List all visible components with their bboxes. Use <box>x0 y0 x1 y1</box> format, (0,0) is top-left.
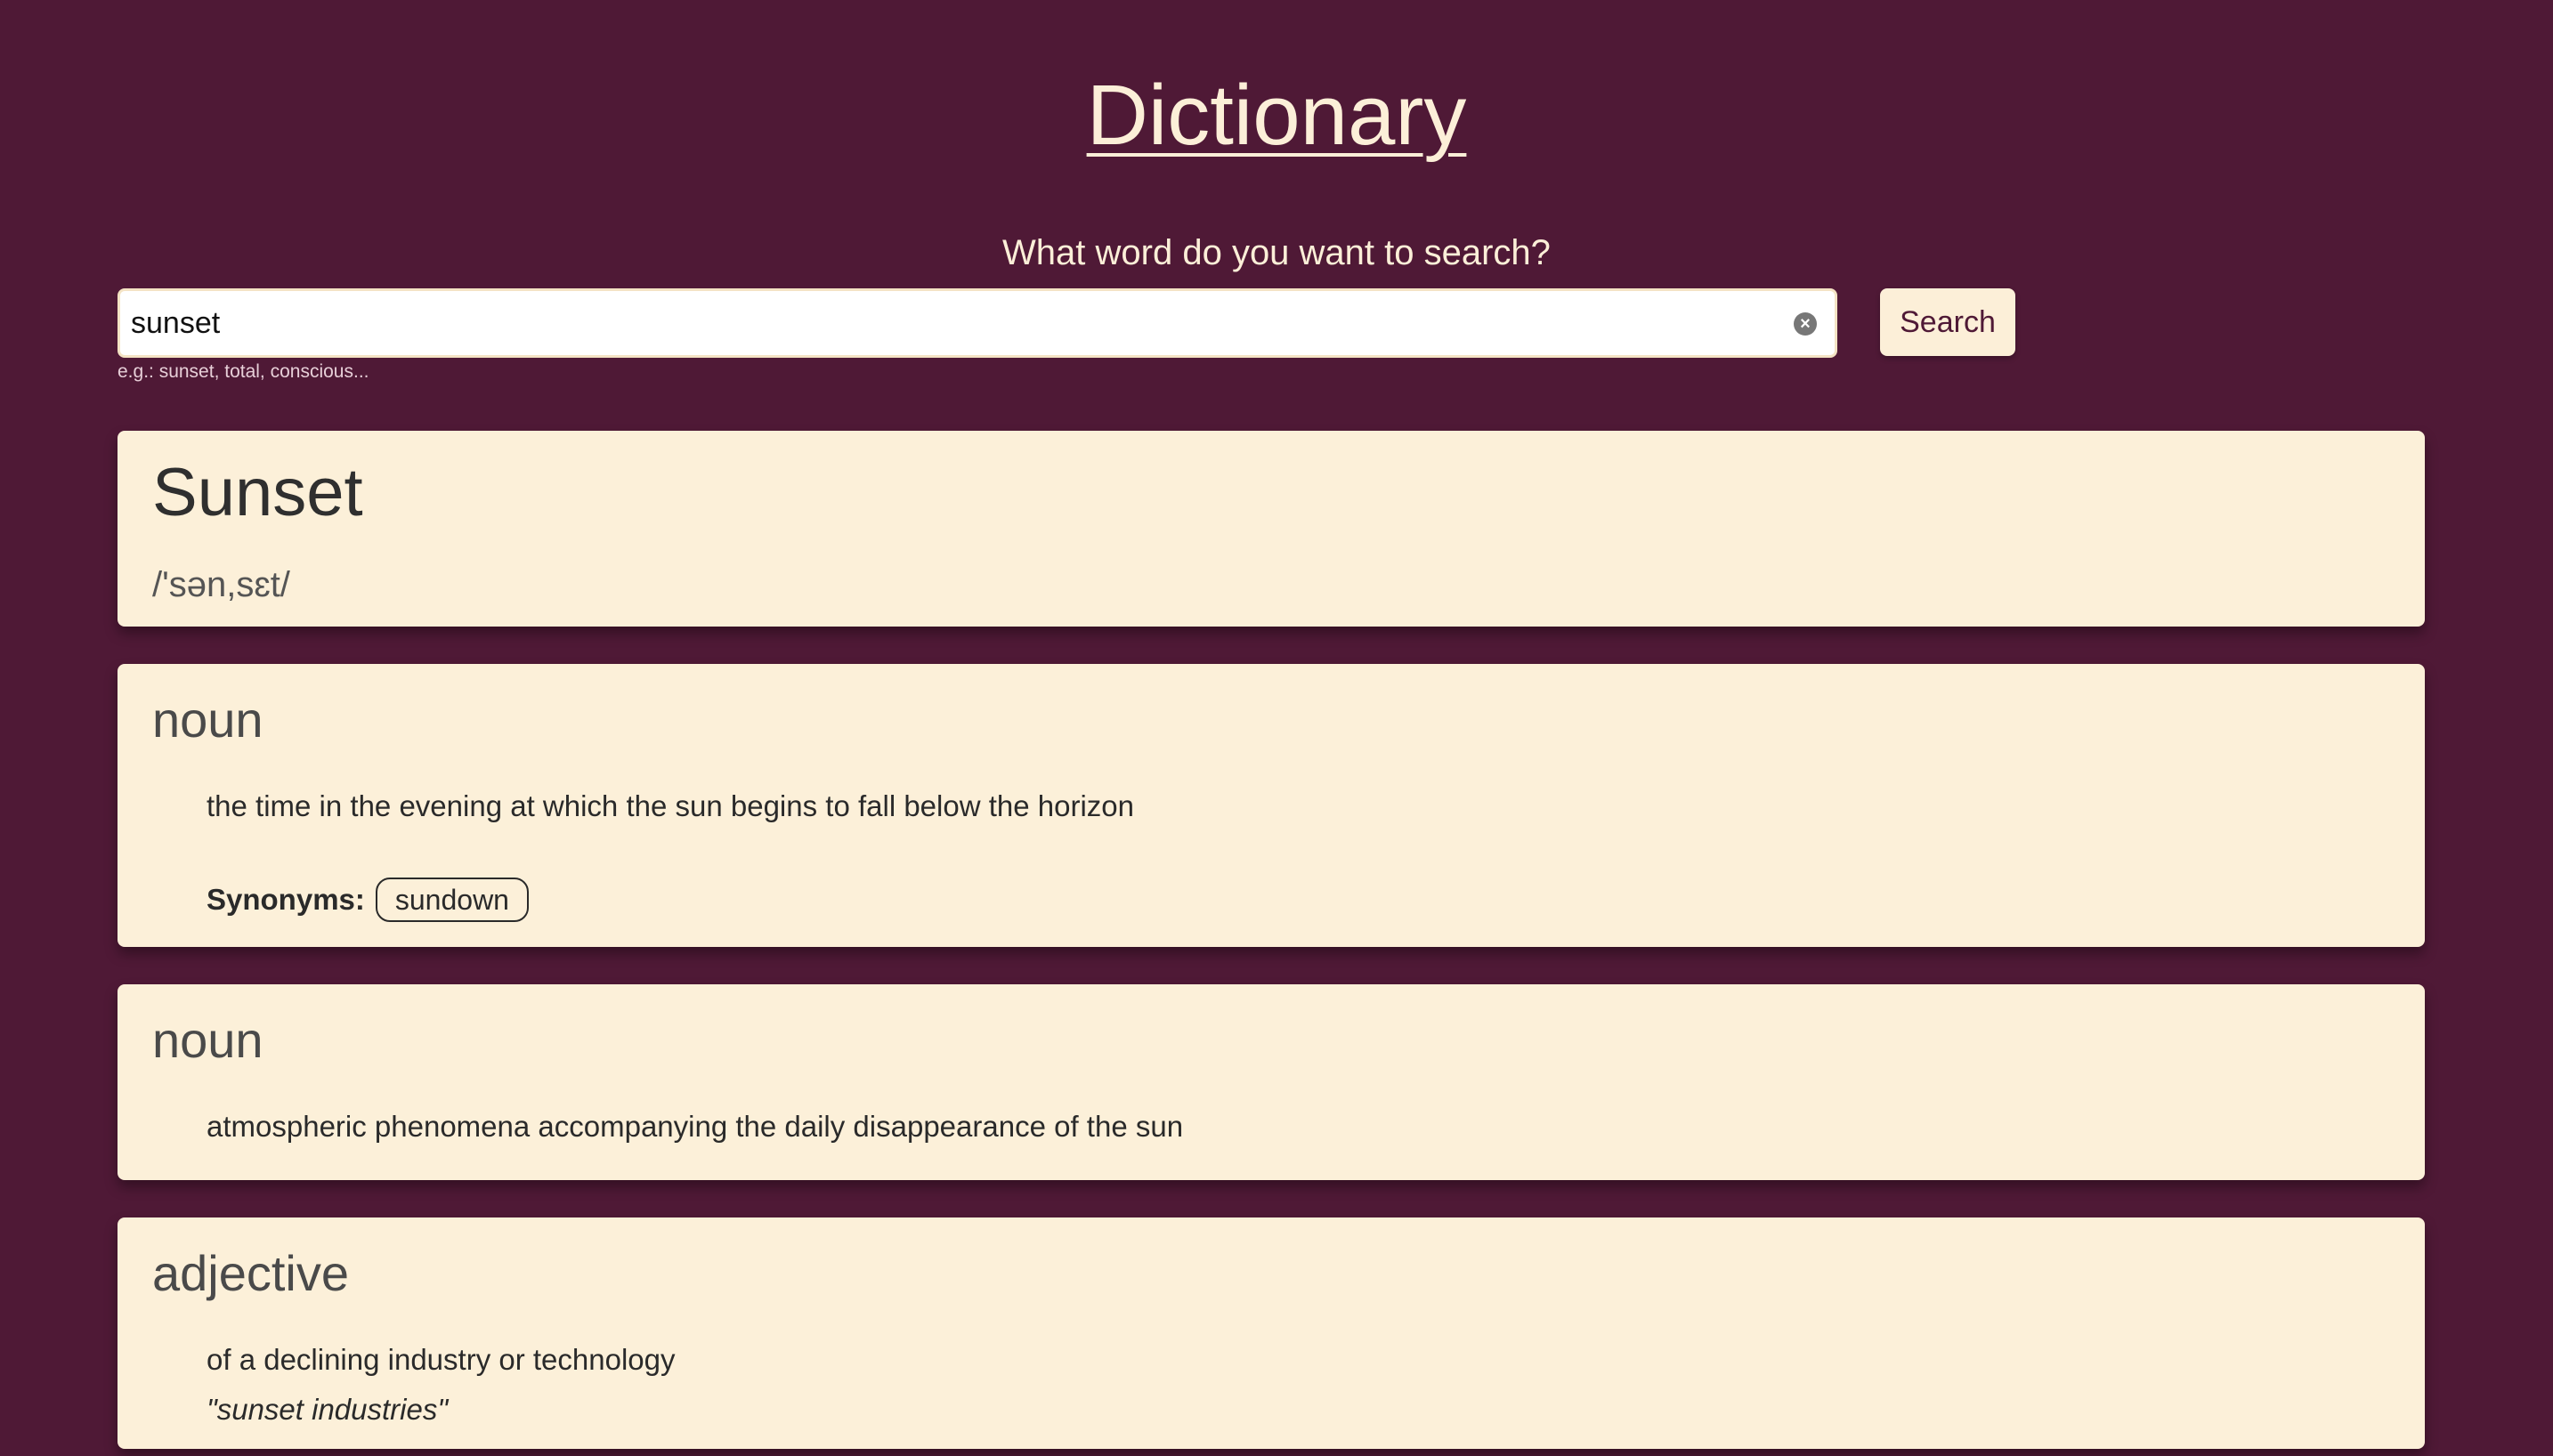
example: "sunset industries" <box>207 1393 449 1426</box>
definition: of a declining industry or technology <box>207 1343 676 1376</box>
search-field[interactable]: × <box>118 288 1837 358</box>
search-hint: e.g.: sunset, total, conscious... <box>118 361 369 382</box>
word-card: Sunset /'sən,sɛt/ <box>118 431 2425 627</box>
search-input[interactable] <box>129 291 1767 355</box>
part-of-speech: noun <box>152 692 263 748</box>
search-button[interactable]: Search <box>1880 288 2015 356</box>
part-of-speech: noun <box>152 1012 263 1068</box>
synonym-chip[interactable]: sundown <box>375 878 529 922</box>
definition: the time in the evening at which the sun… <box>207 789 1134 822</box>
definition: atmospheric phenomena accompanying the d… <box>207 1110 1184 1143</box>
phonetic: /'sən,sɛt/ <box>152 565 290 604</box>
synonyms-label: Synonyms: <box>207 883 365 916</box>
headword: Sunset <box>152 455 363 530</box>
meaning-card: adjective of a declining industry or tec… <box>118 1217 2425 1449</box>
search-prompt: What word do you want to search? <box>1002 233 1551 272</box>
clear-icon[interactable]: × <box>1794 312 1817 336</box>
dictionary-page: Dictionary What word do you want to sear… <box>0 0 2553 1456</box>
app-title[interactable]: Dictionary <box>0 62 2553 169</box>
meaning-card: noun atmospheric phenomena accompanying … <box>118 984 2425 1180</box>
synonyms: Synonyms: sundown <box>207 878 529 922</box>
meaning-card: noun the time in the evening at which th… <box>118 664 2425 947</box>
part-of-speech: adjective <box>152 1245 350 1301</box>
